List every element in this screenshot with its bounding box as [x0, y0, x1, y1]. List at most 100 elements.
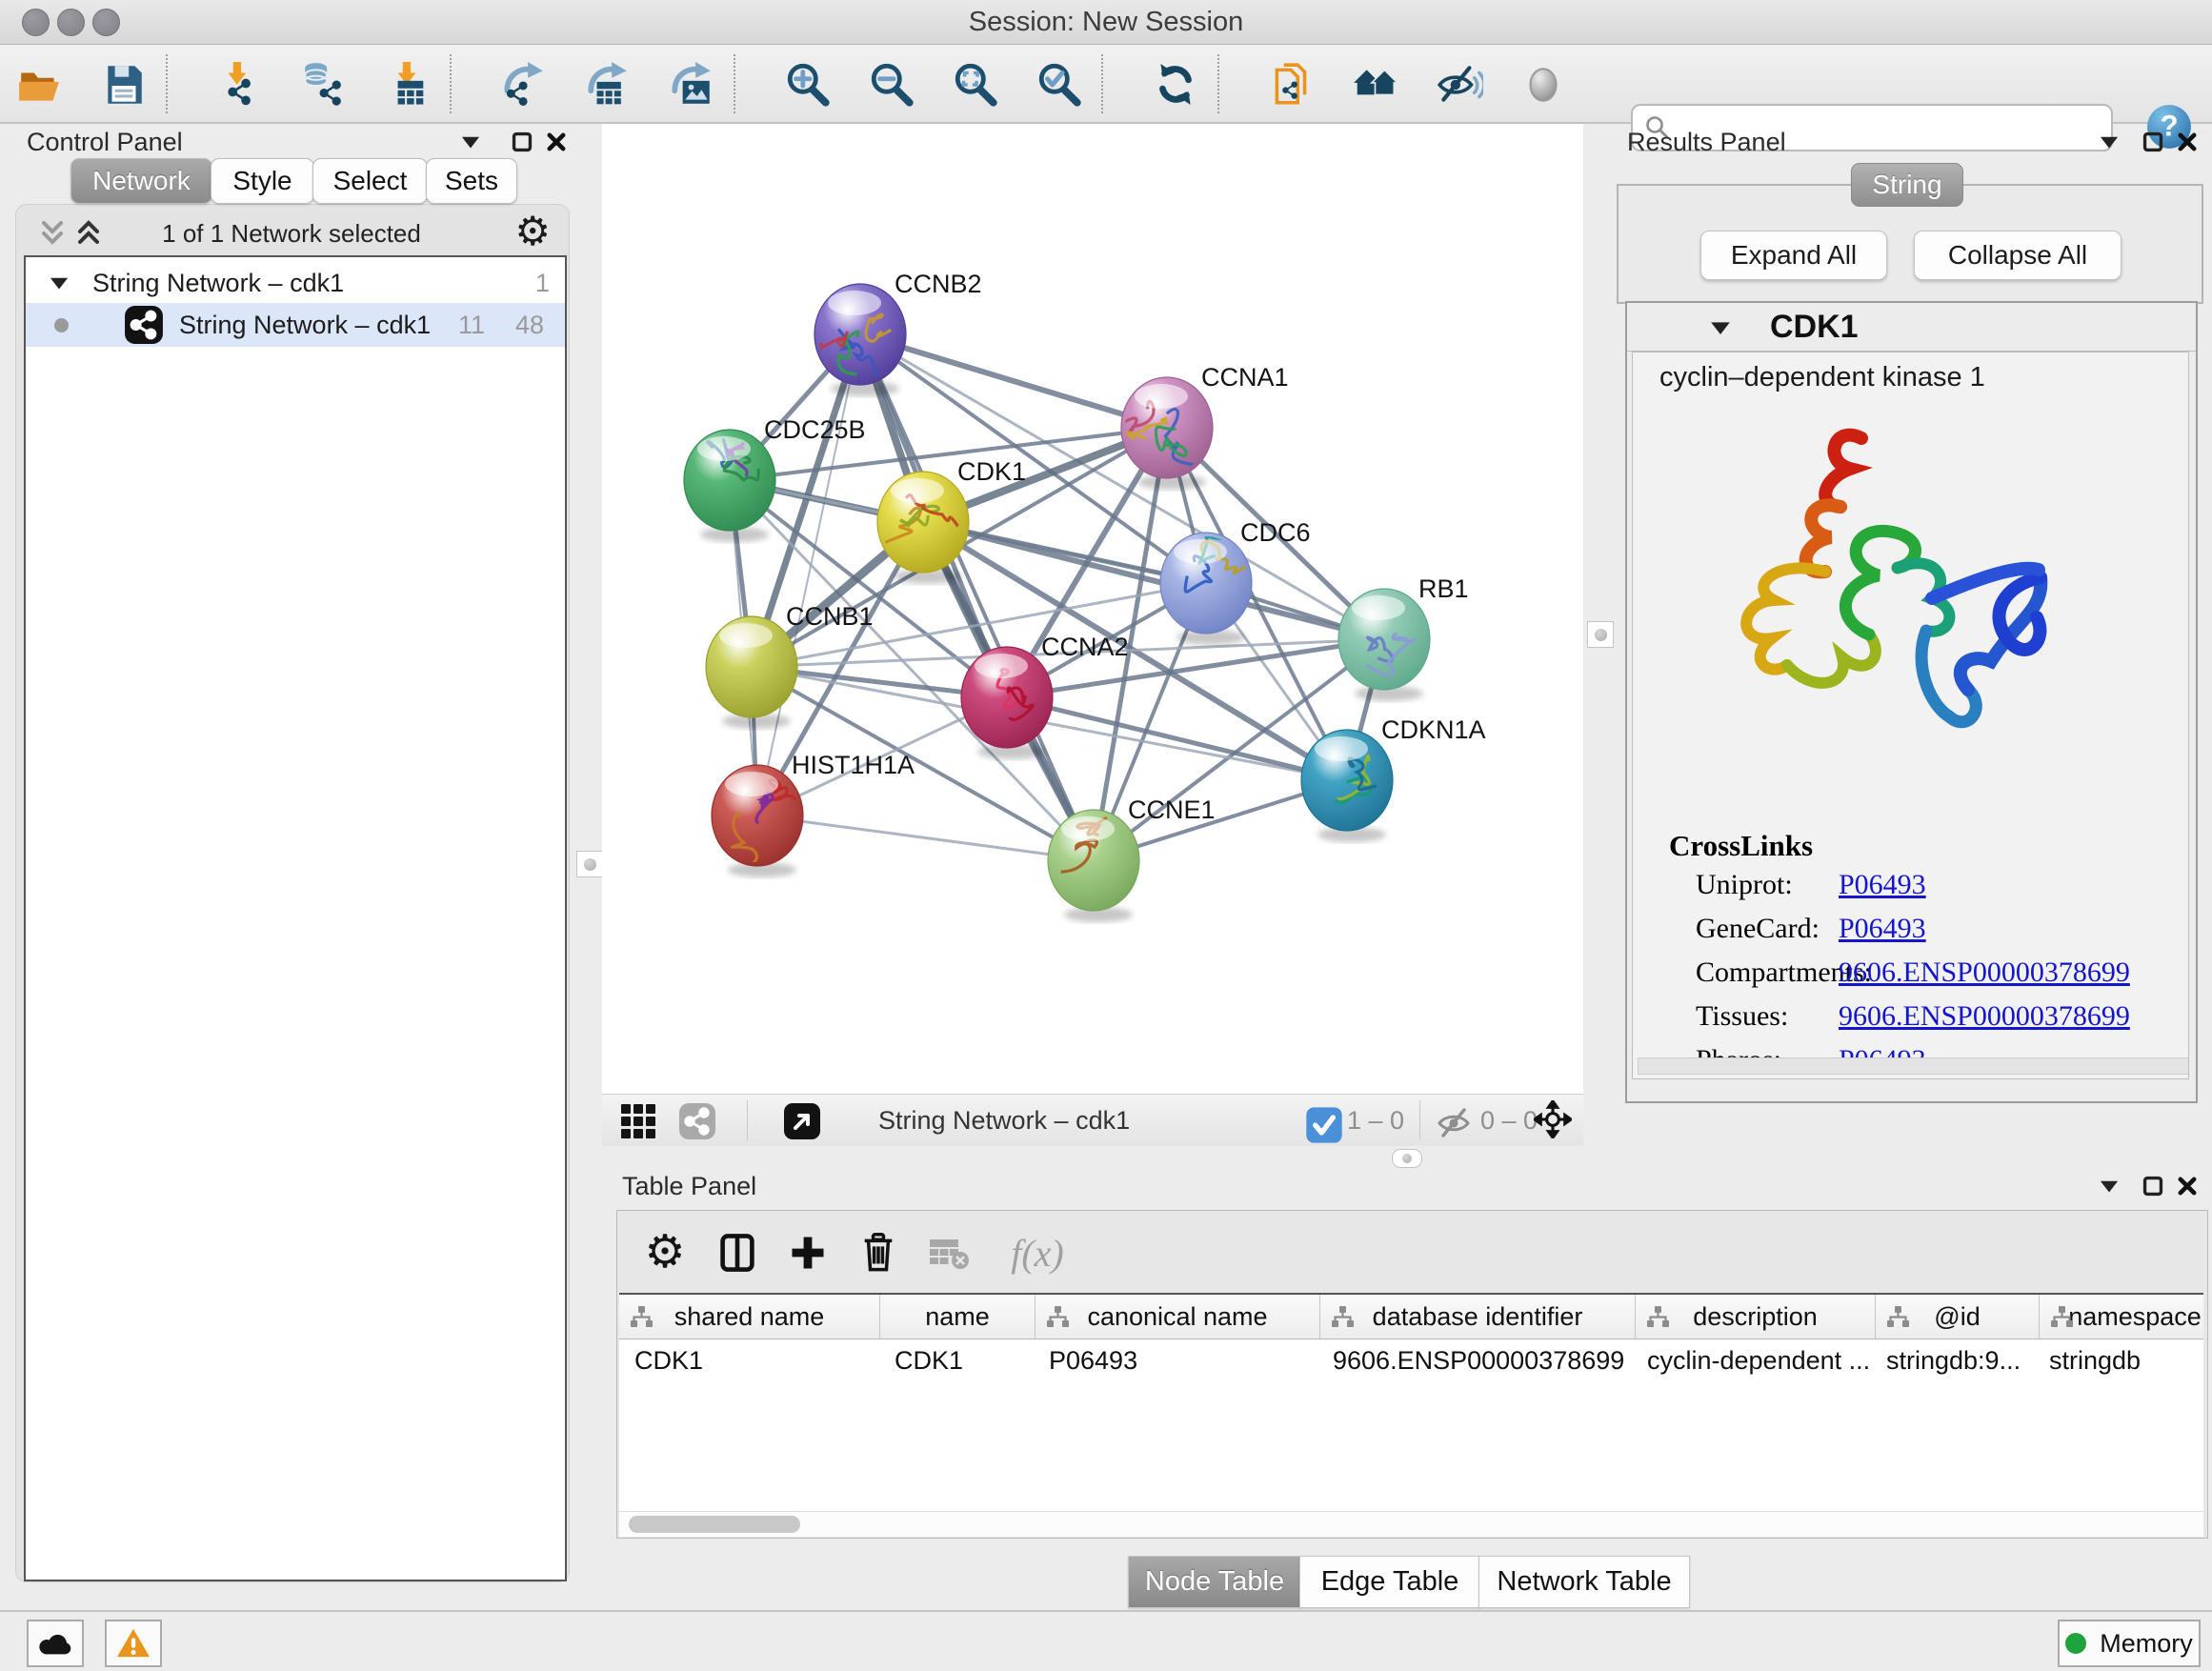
node-label-CCNA2: CCNA2: [1041, 633, 1129, 661]
network-current-dot: [54, 318, 69, 332]
tab-network[interactable]: Network: [70, 158, 212, 204]
network-node-CCNE1[interactable]: CCNE1: [1048, 795, 1216, 922]
expand-all-button[interactable]: Expand All: [1700, 231, 1887, 280]
cell-database-identifier[interactable]: 9606.ENSP00000378699: [1317, 1339, 1632, 1382]
hide-panel-button[interactable]: [1433, 58, 1486, 111]
cloud-status-button[interactable]: [27, 1620, 84, 1667]
share-document-button[interactable]: [1265, 58, 1318, 111]
string-home-icon: [1352, 61, 1399, 109]
string-view-icon[interactable]: [678, 1102, 716, 1140]
network-node-CCNA2[interactable]: CCNA2: [961, 633, 1129, 759]
column-header-namespace[interactable]: namespace: [2040, 1295, 2203, 1339]
crosslink-link[interactable]: 9606.ENSP00000378699: [1839, 1000, 2130, 1033]
tab-node-table[interactable]: Node Table: [1128, 1556, 1301, 1608]
birds-eye-view-icon[interactable]: [783, 1102, 821, 1140]
network-node-CCNA1[interactable]: CCNA1: [1112, 363, 1289, 490]
cell-shared-name[interactable]: CDK1: [619, 1339, 879, 1382]
network-row[interactable]: String Network – cdk1 11 48: [26, 303, 565, 347]
eye-button[interactable]: [1517, 58, 1570, 111]
network-options-gear-icon[interactable]: ⚙: [514, 210, 551, 253]
protein-collapse-icon[interactable]: [1707, 314, 1734, 341]
column-header-name[interactable]: name: [880, 1295, 1036, 1339]
zoom-selected-button[interactable]: [1033, 58, 1086, 111]
column-type-icon: [1330, 1304, 1356, 1330]
refresh-view-button[interactable]: [1149, 58, 1202, 111]
network-selection-status: 1 of 1 Network selected: [15, 219, 568, 249]
network-node-CDKN1A[interactable]: CDKN1A: [1301, 715, 1486, 842]
selected-checkbox-icon[interactable]: [1305, 1106, 1336, 1137]
table-options-gear-icon[interactable]: ⚙: [640, 1228, 690, 1278]
create-column-plus-icon[interactable]: [783, 1228, 833, 1278]
network-node-HIST1H1A[interactable]: HIST1H1A: [712, 751, 915, 877]
zoom-fit-button[interactable]: [949, 58, 1002, 111]
fit-selected-crosshair-icon[interactable]: [1534, 1100, 1576, 1142]
string-home-button[interactable]: [1349, 58, 1402, 111]
tab-style[interactable]: Style: [211, 158, 314, 204]
table-panel-menu-icon[interactable]: [2095, 1172, 2123, 1200]
crosslink-link[interactable]: P06493: [1839, 913, 1926, 945]
network-canvas[interactable]: CCNB2 CCNA1 CDC25B CDK1 CDC6 RB1 CCNB1: [602, 124, 1583, 1094]
zoom-out-button[interactable]: [865, 58, 918, 111]
protein-name: CDK1: [1770, 309, 1859, 346]
cell-canonical-name[interactable]: P06493: [1034, 1339, 1317, 1382]
delete-column-trash-icon[interactable]: [854, 1228, 903, 1278]
grid-view-icon[interactable]: [619, 1102, 657, 1140]
tab-sets[interactable]: Sets: [426, 158, 517, 204]
save-session-button[interactable]: [97, 58, 151, 111]
table-panel-close-icon[interactable]: [2173, 1172, 2202, 1200]
export-table-button[interactable]: [581, 58, 634, 111]
import-network-file-button[interactable]: [213, 58, 267, 111]
column-header-database-identifier[interactable]: database identifier: [1320, 1295, 1636, 1339]
tab-network-table[interactable]: Network Table: [1478, 1556, 1690, 1608]
export-image-button[interactable]: [665, 58, 718, 111]
import-network-database-button[interactable]: [297, 58, 351, 111]
cell--id[interactable]: stringdb:9...: [1871, 1339, 2034, 1382]
table-hscrollbar[interactable]: [619, 1511, 2203, 1537]
network-node-RB1[interactable]: RB1: [1338, 574, 1469, 701]
import-network-file-icon: [216, 61, 264, 109]
table-hscrollbar-thumb[interactable]: [629, 1516, 800, 1533]
node-table-row[interactable]: CDK1CDK1P064939606.ENSP00000378699cyclin…: [619, 1339, 2203, 1382]
hidden-eye-icon[interactable]: [1435, 1104, 1473, 1142]
tab-edge-table[interactable]: Edge Table: [1299, 1556, 1480, 1608]
network-node-CDC25B[interactable]: CDC25B: [684, 415, 866, 542]
tab-select[interactable]: Select: [312, 158, 428, 204]
zoom-in-button[interactable]: [781, 58, 835, 111]
collection-expand-icon[interactable]: [47, 271, 71, 295]
protein-card-header[interactable]: CDK1: [1627, 303, 2196, 352]
export-network-button[interactable]: [497, 58, 551, 111]
column-header--id[interactable]: @id: [1876, 1295, 2040, 1339]
bottom-splitter-handle[interactable]: [1392, 1149, 1422, 1168]
network-node-CCNB2[interactable]: CCNB2: [814, 270, 982, 396]
column-header-shared-name[interactable]: shared name: [619, 1295, 880, 1339]
network-view-toolbar: String Network – cdk1 1 – 0 0 – 0: [602, 1094, 1583, 1146]
column-header-canonical-name[interactable]: canonical name: [1036, 1295, 1320, 1339]
crosslink-link[interactable]: 9606.ENSP00000378699: [1839, 956, 2130, 989]
results-panel-float-icon[interactable]: [2139, 128, 2167, 156]
network-list: String Network – cdk1 1 String Network –…: [24, 255, 567, 1581]
control-panel-float-icon[interactable]: [508, 128, 536, 156]
control-panel-close-icon[interactable]: [542, 128, 571, 156]
results-panel-menu-icon[interactable]: [2095, 128, 2123, 156]
results-panel-close-icon[interactable]: [2173, 128, 2202, 156]
protein-card-scrollbar[interactable]: [1638, 1057, 2189, 1075]
node-label-CCNA1: CCNA1: [1201, 363, 1289, 392]
cell-description[interactable]: cyclin-dependent ...: [1632, 1339, 1871, 1382]
memory-button[interactable]: Memory: [2058, 1620, 2201, 1667]
left-splitter-handle[interactable]: [576, 851, 603, 877]
collapse-all-button[interactable]: Collapse All: [1914, 231, 2122, 280]
network-collection-row[interactable]: String Network – cdk1 1: [26, 263, 565, 303]
right-splitter-handle[interactable]: [1587, 621, 1614, 648]
open-session-button[interactable]: [13, 58, 67, 111]
crosslink-link[interactable]: P06493: [1839, 869, 1926, 901]
warnings-button[interactable]: [105, 1620, 162, 1667]
import-table-file-button[interactable]: [381, 58, 434, 111]
table-panel-float-icon[interactable]: [2139, 1172, 2167, 1200]
tab-string[interactable]: String: [1851, 163, 1963, 207]
cell-namespace[interactable]: stringdb: [2034, 1339, 2203, 1382]
cell-name[interactable]: CDK1: [879, 1339, 1034, 1382]
control-panel-menu-icon[interactable]: [456, 128, 485, 156]
show-columns-icon[interactable]: [713, 1228, 762, 1278]
column-header-description[interactable]: description: [1636, 1295, 1876, 1339]
network-node-CCNB1[interactable]: CCNB1: [706, 602, 874, 729]
